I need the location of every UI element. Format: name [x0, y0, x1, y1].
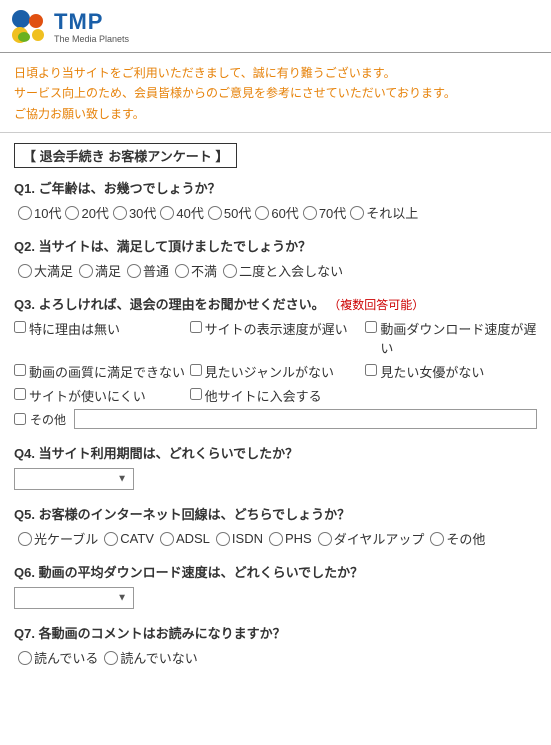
q7-radio-group: 読んでいる 読んでいない: [14, 648, 537, 667]
logo-sub-text: The Media Planets: [54, 34, 129, 44]
q2-option-fuman[interactable]: 不満: [175, 261, 217, 280]
question-6: Q6. 動画の平均ダウンロード速度は、どれくらいでしたか？ 1Mbps未満 1〜…: [14, 562, 537, 609]
q7-option-yondeinai[interactable]: 読んでいない: [104, 648, 197, 667]
q7-label: Q7. 各動画のコメントはお読みになりますか？: [14, 623, 537, 642]
q1-option-40[interactable]: 40代: [160, 203, 203, 222]
q1-label: Q1. ご年齢は、お幾つでしょうか？: [14, 178, 537, 197]
q5-option-adsl[interactable]: ADSL: [160, 531, 210, 546]
q5-radio-2[interactable]: [104, 532, 118, 546]
question-7: Q7. 各動画のコメントはお読みになりますか？ 読んでいる 読んでいない: [14, 623, 537, 667]
q2-option-futsu[interactable]: 普通: [127, 261, 169, 280]
q6-select[interactable]: 1Mbps未満 1〜5Mbps 5〜10Mbps 10〜30Mbps 30Mbp…: [15, 588, 133, 608]
intro-line3: ご協力お願い致します。: [14, 104, 537, 124]
question-1: Q1. ご年齢は、お幾つでしょうか？ 10代 20代 30代 40代 50代: [14, 178, 537, 222]
q1-option-60[interactable]: 60代: [255, 203, 298, 222]
q1-radio-40[interactable]: [160, 206, 174, 220]
q7-radio-1[interactable]: [18, 651, 32, 665]
q1-radio-group: 10代 20代 30代 40代 50代 60代: [14, 203, 537, 222]
q5-radio-3[interactable]: [160, 532, 174, 546]
q1-option-50[interactable]: 50代: [208, 203, 251, 222]
survey-content: 【 退会手続き お客様アンケート 】 Q1. ご年齢は、お幾つでしょうか？ 10…: [0, 133, 551, 691]
q5-option-isdn[interactable]: ISDN: [216, 531, 263, 546]
header: TMP The Media Planets: [0, 0, 551, 53]
q3-option-7[interactable]: サイトが使いにくい: [14, 386, 186, 405]
q5-radio-1[interactable]: [18, 532, 32, 546]
logo-tmp-text: TMP: [54, 11, 129, 33]
q5-option-catv[interactable]: CATV: [104, 531, 154, 546]
q3-option-8[interactable]: 他サイトに入会する: [190, 386, 362, 405]
q3-check-1[interactable]: [14, 321, 26, 333]
q3-checkbox-grid: 特に理由は無い サイトの表示速度が遅い 動画ダウンロード速度が遅い 動画の画質に…: [14, 319, 537, 405]
intro-line2: サービス向上のため、会員皆様からのご意見を参考にさせていただいております。: [14, 83, 537, 103]
intro-line1: 日頃より当サイトをご利用いただきまして、誠に有り難うございます。: [14, 63, 537, 83]
q2-radio-2[interactable]: [79, 264, 93, 278]
q4-select[interactable]: 1ヶ月未満 1〜3ヶ月 3〜6ヶ月 6ヶ月〜1年 1年以上: [15, 469, 133, 489]
q2-radio-5[interactable]: [223, 264, 237, 278]
q3-label: Q3. よろしければ、退会の理由をお聞かせください。 （複数回答可能）: [14, 294, 537, 313]
q3-option-1[interactable]: 特に理由は無い: [14, 319, 186, 357]
q5-radio-group: 光ケーブル CATV ADSL ISDN PHS ダイヤルアップ: [14, 529, 537, 548]
logo-icon: [10, 8, 48, 46]
q4-label: Q4. 当サイト利用期間は、どれくらいでしたか？: [14, 443, 537, 462]
q2-option-daimanzo[interactable]: 大満足: [18, 261, 73, 280]
q2-radio-1[interactable]: [18, 264, 32, 278]
q5-option-phs[interactable]: PHS: [269, 531, 312, 546]
q5-option-dialup[interactable]: ダイヤルアップ: [318, 529, 425, 548]
q1-radio-more[interactable]: [350, 206, 364, 220]
q2-radio-group: 大満足 満足 普通 不満 二度と入会しない: [14, 261, 537, 280]
q5-radio-7[interactable]: [430, 532, 444, 546]
q3-check-8[interactable]: [190, 388, 202, 400]
q1-option-30[interactable]: 30代: [113, 203, 156, 222]
q3-option-2[interactable]: サイトの表示速度が遅い: [190, 319, 362, 357]
q3-note: （複数回答可能）: [328, 298, 424, 312]
q3-check-sonota[interactable]: [14, 413, 26, 425]
q5-radio-4[interactable]: [216, 532, 230, 546]
logo-text: TMP The Media Planets: [54, 11, 129, 44]
q7-option-yondeiru[interactable]: 読んでいる: [18, 648, 98, 667]
q5-label: Q5. お客様のインターネット回線は、どちらでしょうか？: [14, 504, 537, 523]
q1-option-more[interactable]: それ以上: [350, 203, 418, 222]
q3-check-5[interactable]: [190, 364, 202, 376]
q3-check-7[interactable]: [14, 388, 26, 400]
question-3: Q3. よろしければ、退会の理由をお聞かせください。 （複数回答可能） 特に理由…: [14, 294, 537, 429]
q4-select-wrap[interactable]: 1ヶ月未満 1〜3ヶ月 3〜6ヶ月 6ヶ月〜1年 1年以上 ▼: [14, 468, 134, 490]
question-4: Q4. 当サイト利用期間は、どれくらいでしたか？ 1ヶ月未満 1〜3ヶ月 3〜6…: [14, 443, 537, 490]
q7-radio-2[interactable]: [104, 651, 118, 665]
survey-title: 【 退会手続き お客様アンケート 】: [14, 143, 237, 168]
q3-option-4[interactable]: 動画の画質に満足できない: [14, 362, 186, 381]
q2-radio-4[interactable]: [175, 264, 189, 278]
q5-option-sonota[interactable]: その他: [430, 529, 485, 548]
question-2: Q2. 当サイトは、満足して頂けましたでしょうか？ 大満足 満足 普通 不満 二…: [14, 236, 537, 280]
q1-radio-50[interactable]: [208, 206, 222, 220]
q5-radio-6[interactable]: [318, 532, 332, 546]
q3-check-2[interactable]: [190, 321, 202, 333]
q1-radio-30[interactable]: [113, 206, 127, 220]
q1-radio-10[interactable]: [18, 206, 32, 220]
q1-radio-70[interactable]: [303, 206, 317, 220]
q3-option-6[interactable]: 見たい女優がない: [365, 362, 537, 381]
q2-option-nidoto[interactable]: 二度と入会しない: [223, 261, 343, 280]
intro-section: 日頃より当サイトをご利用いただきまして、誠に有り難うございます。 サービス向上の…: [0, 53, 551, 133]
q6-label: Q6. 動画の平均ダウンロード速度は、どれくらいでしたか？: [14, 562, 537, 581]
q6-select-wrap[interactable]: 1Mbps未満 1〜5Mbps 5〜10Mbps 10〜30Mbps 30Mbp…: [14, 587, 134, 609]
q1-option-20[interactable]: 20代: [65, 203, 108, 222]
q3-sonota-input[interactable]: [74, 409, 537, 429]
q1-radio-20[interactable]: [65, 206, 79, 220]
q5-radio-5[interactable]: [269, 532, 283, 546]
question-5: Q5. お客様のインターネット回線は、どちらでしょうか？ 光ケーブル CATV …: [14, 504, 537, 548]
q1-radio-60[interactable]: [255, 206, 269, 220]
q2-label: Q2. 当サイトは、満足して頂けましたでしょうか？: [14, 236, 537, 255]
q3-check-6[interactable]: [365, 364, 377, 376]
q3-check-4[interactable]: [14, 364, 26, 376]
q5-option-hikari[interactable]: 光ケーブル: [18, 529, 98, 548]
q3-sonota-label: その他: [30, 411, 66, 428]
q2-radio-3[interactable]: [127, 264, 141, 278]
q3-sonota-row: その他: [14, 409, 537, 429]
q3-option-5[interactable]: 見たいジャンルがない: [190, 362, 362, 381]
q3-option-3[interactable]: 動画ダウンロード速度が遅い: [365, 319, 537, 357]
q3-check-3[interactable]: [365, 321, 377, 333]
q2-option-manzo[interactable]: 満足: [79, 261, 121, 280]
q1-option-70[interactable]: 70代: [303, 203, 346, 222]
q1-option-10[interactable]: 10代: [18, 203, 61, 222]
